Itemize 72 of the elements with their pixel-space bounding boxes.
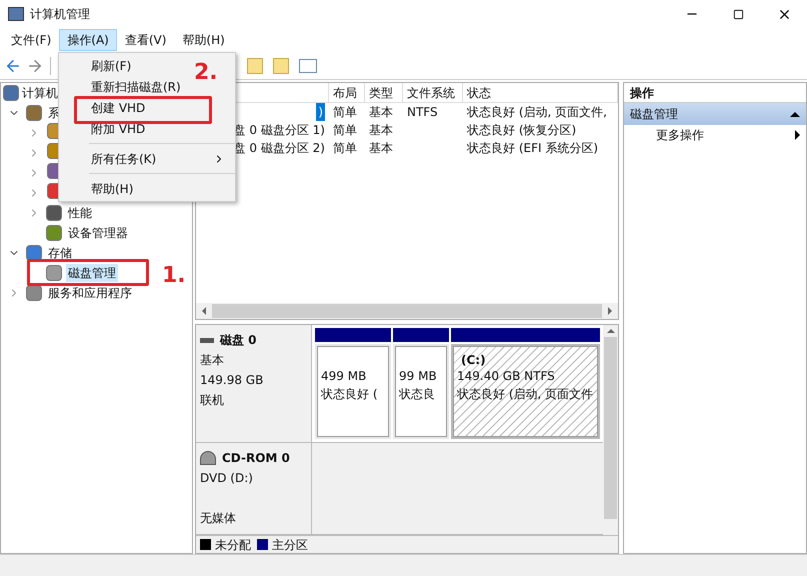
- column-header[interactable]: 布局: [329, 83, 365, 102]
- table-cell-text: 简单: [332, 140, 358, 157]
- menu-bar-item[interactable]: 文件(F): [3, 29, 60, 51]
- partition-size: 149.40 GB NTFS: [457, 368, 556, 385]
- menu-bar-item[interactable]: 操作(A): [59, 29, 117, 51]
- disk-info: 149.98 GB: [200, 372, 264, 389]
- folder-up-icon[interactable]: [247, 58, 263, 74]
- legend-label: 主分区: [272, 536, 308, 554]
- table-cell-text: 状态良好 (恢复分区): [466, 122, 578, 139]
- hard-drive-icon: [200, 338, 214, 342]
- horizontal-scrollbar[interactable]: [196, 303, 618, 319]
- action-link[interactable]: 更多操作: [624, 125, 806, 145]
- collapse-icon: [790, 112, 800, 116]
- tree-node-icon: [26, 285, 42, 301]
- menu-item[interactable]: 创建 VHD: [87, 97, 150, 118]
- properties-icon[interactable]: [299, 58, 317, 72]
- tree-node-icon: [46, 225, 62, 241]
- menu-item[interactable]: 刷新(F): [87, 55, 136, 76]
- disk-name: CD-ROM 0: [222, 450, 290, 467]
- tree-node-icon: [26, 105, 42, 121]
- partition-status: 状态良: [399, 386, 436, 403]
- menu-bar-item[interactable]: 查看(V): [116, 29, 174, 51]
- table-cell-text: 基本: [368, 122, 394, 139]
- tree-item[interactable]: 磁盘管理: [66, 264, 118, 282]
- legend-label: 未分配: [215, 536, 251, 554]
- column-header[interactable]: 文件系统: [403, 83, 463, 102]
- table-cell-text: 基本: [368, 104, 394, 121]
- app-icon: [8, 7, 24, 21]
- disk-info: 联机: [200, 392, 225, 409]
- column-header[interactable]: 类型: [365, 83, 403, 102]
- step-number: 1.: [162, 262, 186, 290]
- tree-node-icon: [46, 205, 62, 221]
- disk-name: 磁盘 0: [220, 332, 257, 349]
- disk-info: 基本: [200, 352, 225, 369]
- table-cell: NTFS: [407, 105, 438, 119]
- table-cell: ): [316, 103, 325, 121]
- step-number: 2.: [194, 59, 218, 87]
- folder-search-icon[interactable]: [273, 58, 289, 74]
- menu-item[interactable]: 帮助(H): [87, 178, 138, 199]
- column-header[interactable]: 状态: [463, 83, 618, 102]
- scroll-up-icon[interactable]: [606, 329, 614, 333]
- scroll-right-icon[interactable]: [608, 307, 612, 315]
- cd-drive-icon: [200, 451, 216, 465]
- tree-node-icon: [3, 85, 19, 101]
- partition-size: 499 MB: [321, 368, 368, 385]
- menu-item[interactable]: 所有任务(K): [59, 148, 235, 169]
- tree-item[interactable]: 服务和应用程序: [46, 284, 134, 302]
- disk-info: 无媒体: [200, 510, 237, 527]
- disk-info: DVD (D:): [200, 470, 254, 487]
- partition-header-bar: [393, 328, 449, 342]
- menu-item[interactable]: 重新扫描磁盘(R): [87, 76, 185, 97]
- actions-section-header[interactable]: 磁盘管理: [624, 103, 806, 125]
- partition-size: 99 MB: [399, 368, 438, 385]
- partition-status: 状态良好 (: [321, 386, 378, 403]
- partition-label: (C:): [461, 353, 486, 367]
- table-cell-text: 状态良好 (EFI 系统分区): [466, 140, 600, 157]
- table-cell-text: 状态良好 (启动, 页面文件,: [466, 104, 608, 121]
- window-title: 计算机管理: [30, 6, 90, 23]
- partition-status: 状态良好 (启动, 页面文件: [457, 386, 594, 403]
- menu-bar-item[interactable]: 帮助(H): [174, 29, 233, 51]
- tree-item[interactable]: 性能: [66, 204, 94, 222]
- table-cell-text: 简单: [332, 104, 358, 121]
- tree-item[interactable]: 计算机: [21, 84, 59, 102]
- tree-item[interactable]: 设备管理器: [66, 224, 130, 242]
- table-cell-text: 基本: [368, 140, 394, 157]
- tree-node-icon: [46, 265, 62, 281]
- table-cell-text: 简单: [332, 122, 358, 139]
- submenu-arrow-icon: [795, 130, 800, 140]
- maximize-icon: [732, 8, 744, 20]
- menu-item[interactable]: 附加 VHD: [87, 118, 150, 139]
- scroll-left-icon[interactable]: [202, 307, 206, 315]
- tree-item[interactable]: 存储: [46, 244, 74, 262]
